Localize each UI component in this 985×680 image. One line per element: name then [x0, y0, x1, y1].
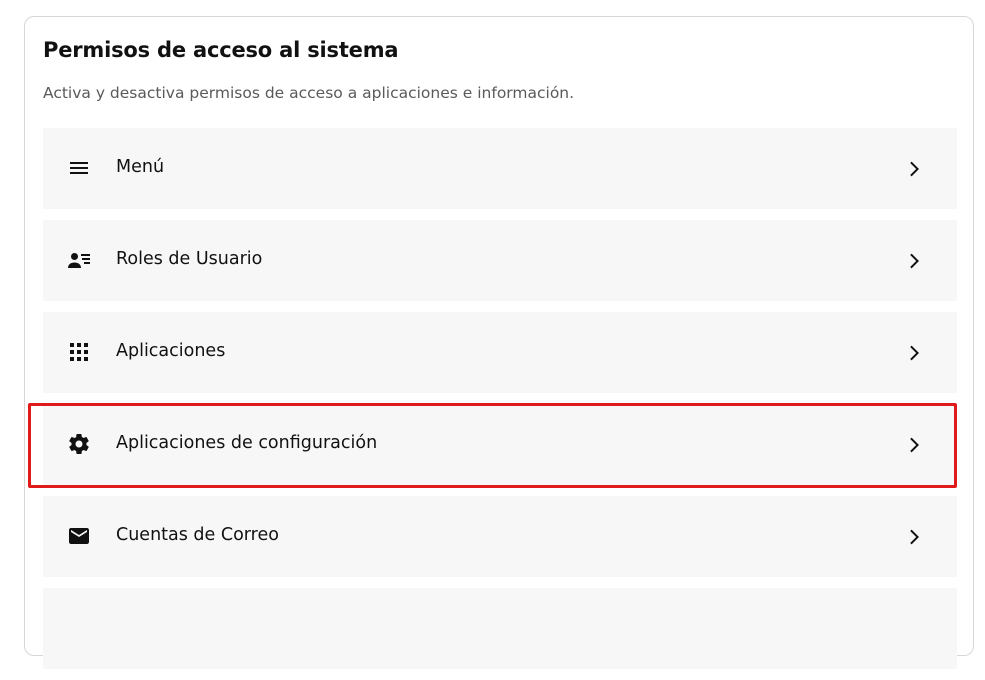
apps-grid-icon: [67, 340, 91, 364]
list-item-applications[interactable]: Aplicaciones: [43, 312, 957, 393]
page-subtitle: Activa y desactiva permisos de acceso a …: [43, 84, 575, 102]
menu-icon: [67, 156, 91, 180]
list-item-partial[interactable]: [43, 588, 957, 669]
list-item-mail-accounts[interactable]: Cuentas de Correo: [43, 496, 957, 577]
list-item-label: Menú: [116, 157, 165, 177]
gear-icon: [67, 432, 91, 456]
list-item-user-roles[interactable]: Roles de Usuario: [43, 220, 957, 301]
permissions-list: Menú Roles de Usuario Aplicaciones Aplic…: [43, 128, 957, 680]
list-item-label: Aplicaciones: [116, 341, 226, 361]
list-item-label: Roles de Usuario: [116, 249, 263, 269]
chevron-right-icon: [903, 433, 927, 457]
chevron-right-icon: [903, 525, 927, 549]
page-title: Permisos de acceso al sistema: [43, 38, 399, 62]
mail-icon: [67, 524, 91, 548]
chevron-right-icon: [903, 249, 927, 273]
list-item-label: Cuentas de Correo: [116, 525, 279, 545]
user-roles-icon: [67, 248, 91, 272]
chevron-right-icon: [903, 341, 927, 365]
list-item-menu[interactable]: Menú: [43, 128, 957, 209]
chevron-right-icon: [903, 157, 927, 181]
list-item-configuration-apps[interactable]: Aplicaciones de configuración: [43, 404, 957, 485]
list-item-label: Aplicaciones de configuración: [116, 433, 378, 453]
permissions-card: Permisos de acceso al sistema Activa y d…: [24, 16, 974, 669]
